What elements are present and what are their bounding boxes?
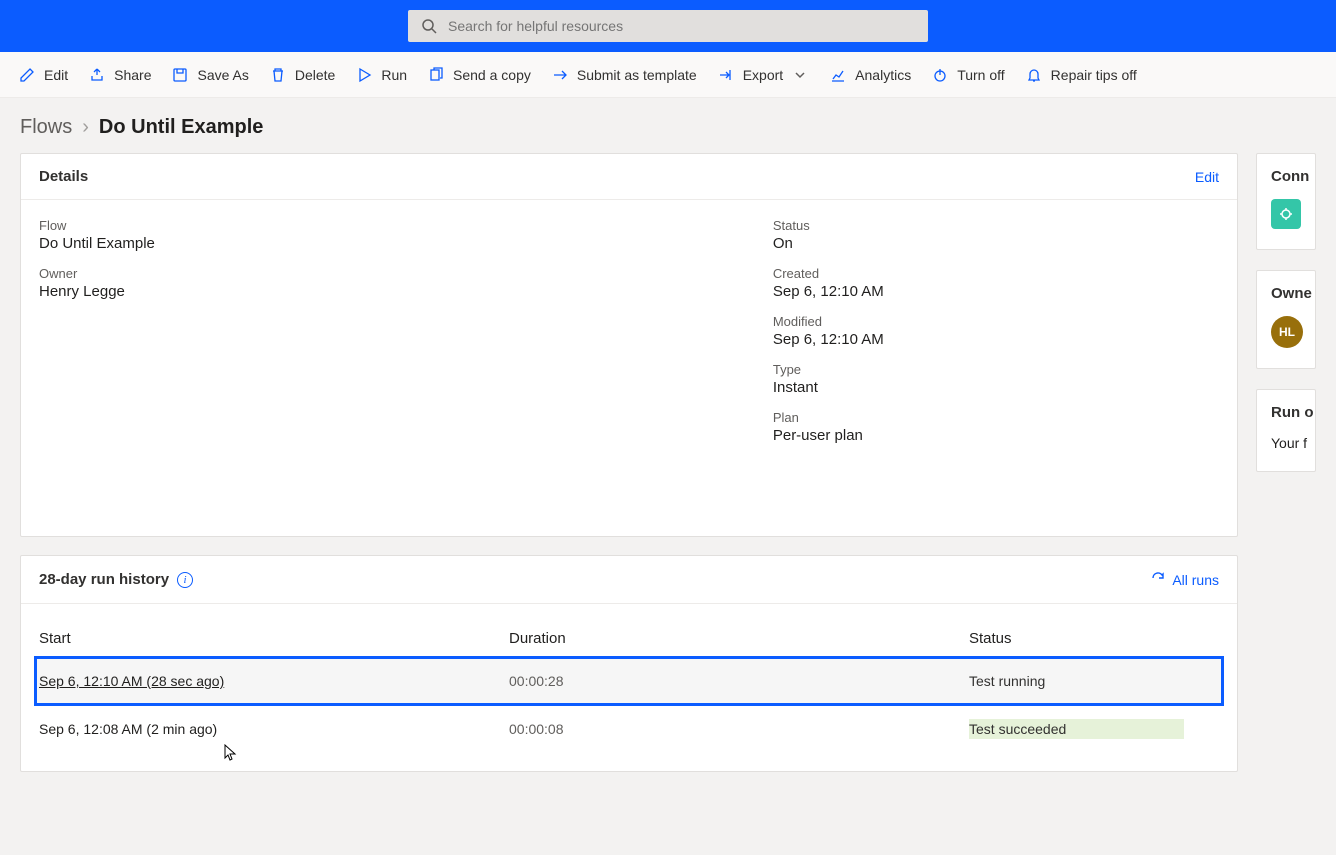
history-row-status: Test running [969, 671, 1219, 691]
run-button[interactable]: Run [353, 62, 409, 88]
app-header [0, 0, 1336, 52]
owner-label: Owner [39, 266, 753, 281]
share-button[interactable]: Share [86, 62, 153, 88]
history-columns: Start Duration Status [35, 620, 1223, 657]
created-label: Created [773, 266, 1219, 281]
owners-title: Owne [1271, 285, 1301, 302]
col-status: Status [969, 630, 1219, 647]
run-only-card: Run o Your f [1256, 389, 1316, 472]
pencil-icon [18, 66, 36, 84]
all-runs-label: All runs [1172, 572, 1219, 588]
history-row[interactable]: Sep 6, 12:08 AM (2 min ago)00:00:08Test … [35, 705, 1223, 753]
breadcrumb: Flows › Do Until Example [0, 98, 1336, 153]
save-as-button[interactable]: Save As [169, 62, 250, 88]
send-copy-label: Send a copy [453, 67, 531, 83]
delete-label: Delete [295, 67, 335, 83]
col-start: Start [39, 630, 509, 647]
edit-button[interactable]: Edit [16, 62, 70, 88]
modified-value: Sep 6, 12:10 AM [773, 331, 1219, 348]
run-only-title: Run o [1271, 404, 1301, 421]
history-row[interactable]: Sep 6, 12:10 AM (28 sec ago)00:00:28Test… [35, 657, 1223, 705]
breadcrumb-root[interactable]: Flows [20, 116, 72, 139]
save-as-label: Save As [197, 67, 248, 83]
run-label: Run [381, 67, 407, 83]
analytics-label: Analytics [855, 67, 911, 83]
history-title: 28-day run history [39, 571, 169, 588]
status-label: Status [773, 218, 1219, 233]
plan-label: Plan [773, 410, 1219, 425]
all-runs-link[interactable]: All runs [1150, 570, 1219, 589]
history-row-status: Test succeeded [969, 719, 1219, 739]
connections-title: Conn [1271, 168, 1301, 185]
export-icon [717, 66, 735, 84]
history-row-start[interactable]: Sep 6, 12:10 AM (28 sec ago) [39, 673, 509, 689]
analytics-icon [829, 66, 847, 84]
status-value: On [773, 235, 1219, 252]
delete-button[interactable]: Delete [267, 62, 337, 88]
send-copy-button[interactable]: Send a copy [425, 62, 533, 88]
connection-icon[interactable] [1271, 199, 1301, 229]
flow-value: Do Until Example [39, 235, 753, 252]
info-icon[interactable]: i [177, 572, 193, 588]
search-input[interactable] [448, 18, 916, 34]
plan-value: Per-user plan [773, 427, 1219, 444]
history-row-start[interactable]: Sep 6, 12:08 AM (2 min ago) [39, 721, 509, 737]
share-label: Share [114, 67, 151, 83]
trash-icon [269, 66, 287, 84]
copy-icon [427, 66, 445, 84]
turn-off-button[interactable]: Turn off [929, 62, 1006, 88]
search-icon [420, 17, 438, 35]
details-title: Details [39, 168, 88, 185]
breadcrumb-current: Do Until Example [99, 116, 263, 139]
share-icon [88, 66, 106, 84]
turn-off-label: Turn off [957, 67, 1004, 83]
chevron-down-icon [791, 66, 809, 84]
global-search[interactable] [408, 10, 928, 42]
analytics-button[interactable]: Analytics [827, 62, 913, 88]
run-only-text: Your f [1271, 435, 1301, 451]
export-button[interactable]: Export [715, 62, 811, 88]
owner-value: Henry Legge [39, 283, 753, 300]
submit-icon [551, 66, 569, 84]
repair-tips-label: Repair tips off [1051, 67, 1137, 83]
power-icon [931, 66, 949, 84]
submit-template-button[interactable]: Submit as template [549, 62, 699, 88]
command-bar: Edit Share Save As Delete Run Send a cop… [0, 52, 1336, 98]
history-row-duration: 00:00:08 [509, 721, 969, 737]
submit-template-label: Submit as template [577, 67, 697, 83]
edit-label: Edit [44, 67, 68, 83]
col-duration: Duration [509, 630, 969, 647]
run-history-card: 28-day run history i All runs Start Dura… [20, 555, 1238, 772]
save-icon [171, 66, 189, 84]
export-label: Export [743, 67, 783, 83]
type-value: Instant [773, 379, 1219, 396]
owners-card: Owne HL [1256, 270, 1316, 369]
type-label: Type [773, 362, 1219, 377]
repair-tips-button[interactable]: Repair tips off [1023, 62, 1139, 88]
chevron-right-icon: › [82, 116, 89, 139]
flow-label: Flow [39, 218, 753, 233]
modified-label: Modified [773, 314, 1219, 329]
connections-card: Conn [1256, 153, 1316, 250]
details-edit-link[interactable]: Edit [1195, 169, 1219, 185]
history-row-duration: 00:00:28 [509, 673, 969, 689]
play-icon [355, 66, 373, 84]
details-card: Details Edit Flow Do Until Example Owner… [20, 153, 1238, 537]
refresh-icon [1150, 570, 1166, 589]
bell-icon [1025, 66, 1043, 84]
created-value: Sep 6, 12:10 AM [773, 283, 1219, 300]
owner-avatar[interactable]: HL [1271, 316, 1303, 348]
